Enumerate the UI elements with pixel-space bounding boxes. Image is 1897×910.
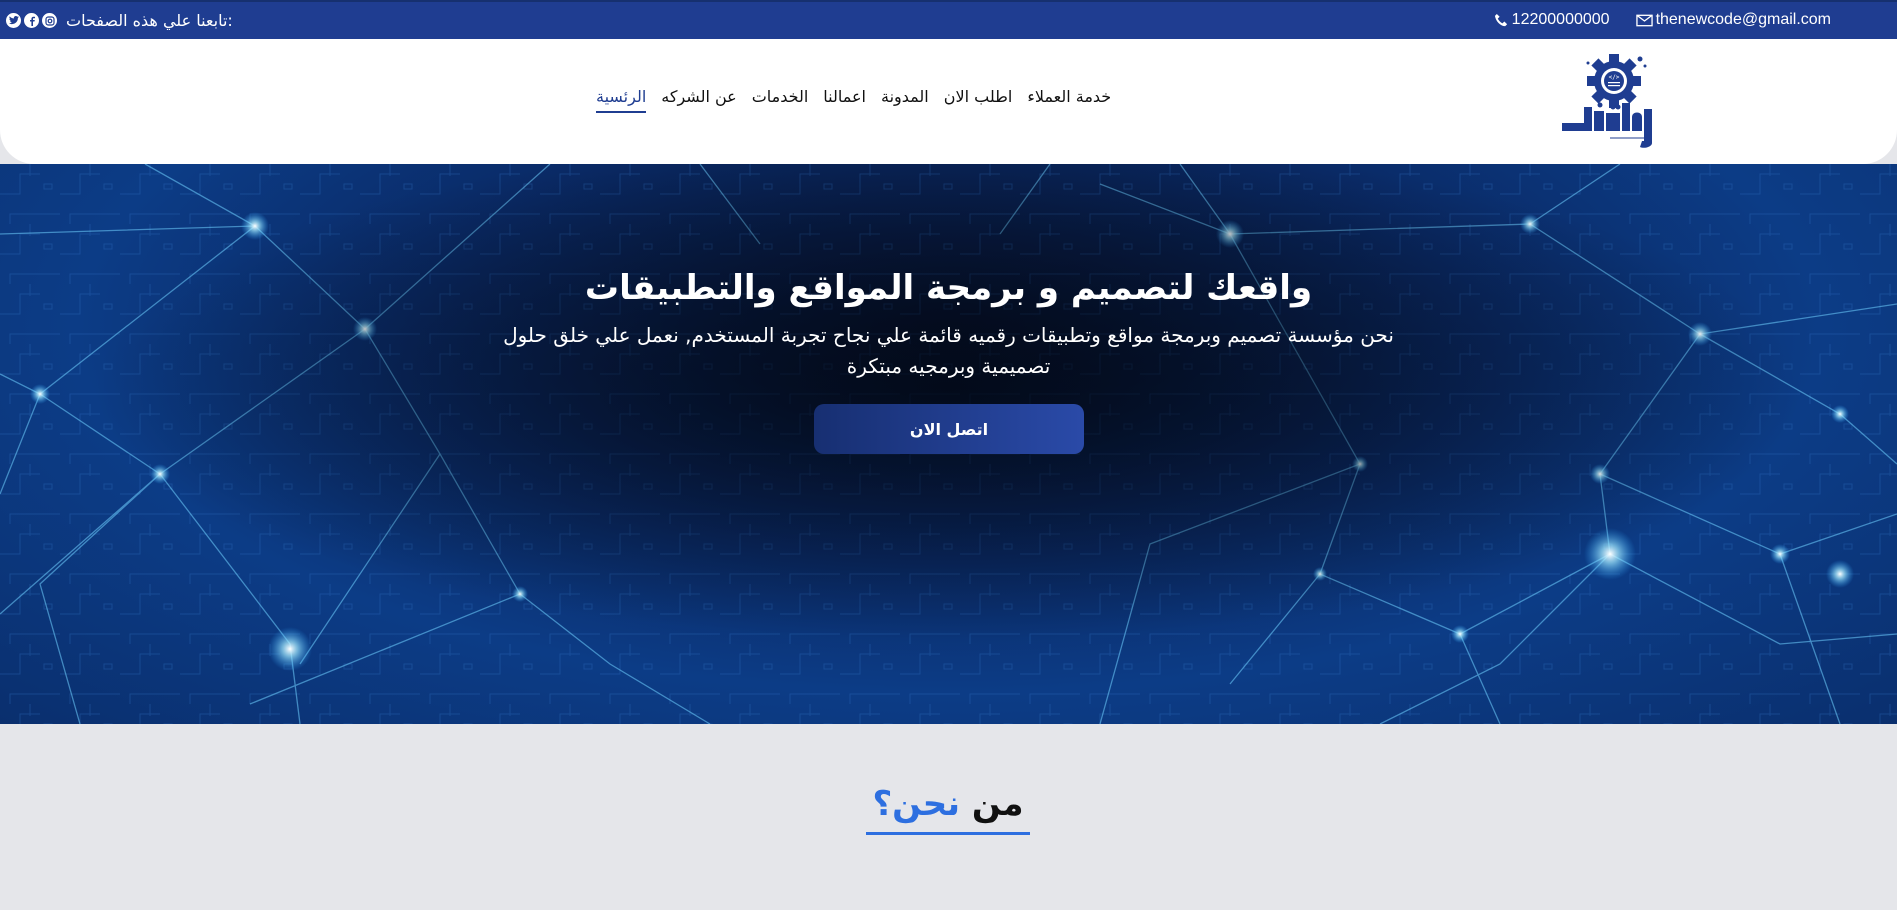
email-address: thenewcode@gmail.com: [1655, 11, 1831, 28]
top-bar: 12200000000 thenewcode@gmail.com تابعنا …: [0, 0, 1897, 39]
main-nav: الرئسية عن الشركه الخدمات اعمالنا المدون…: [596, 87, 1111, 113]
nav-about[interactable]: عن الشركه: [661, 87, 736, 113]
envelope-icon: [1635, 14, 1653, 26]
hero-subtitle: نحن مؤسسة تصميم وبرمجة مواقع وتطبيقات رق…: [503, 323, 1394, 378]
hero-section: واقعك لتصميم و برمجة المواقع والتطبيقات …: [0, 164, 1897, 724]
phone-icon: [1494, 13, 1507, 26]
hero-title: واقعك لتصميم و برمجة المواقع والتطبيقات: [584, 268, 1313, 308]
email-link[interactable]: thenewcode@gmail.com: [1635, 11, 1831, 29]
phone-number: 12200000000: [1511, 11, 1610, 28]
gear-icon: </>: [1587, 54, 1641, 108]
site-header: </> الرئسية عن الشركه الخدمات اعمالنا ال…: [0, 39, 1897, 164]
phone-link[interactable]: 12200000000: [1494, 11, 1610, 29]
about-heading: من نحن؟: [866, 784, 1030, 835]
facebook-icon[interactable]: [24, 13, 39, 28]
twitter-icon[interactable]: [6, 13, 21, 28]
nav-services[interactable]: الخدمات: [752, 87, 809, 113]
contact-now-button[interactable]: اتصل الان: [814, 404, 1084, 454]
contact-info: 12200000000 thenewcode@gmail.com: [1494, 11, 1831, 29]
about-heading-word1: من: [971, 784, 1024, 824]
nav-portfolio[interactable]: اعمالنا: [823, 87, 866, 113]
instagram-icon[interactable]: [42, 13, 57, 28]
about-heading-word2: نحن؟: [872, 784, 961, 824]
nav-blog[interactable]: المدونة: [881, 87, 929, 113]
social-follow: تابعنا علي هذه الصفحات:: [6, 11, 233, 30]
nav-order-now[interactable]: اطلب الان: [944, 87, 1013, 113]
nav-home[interactable]: الرئسية: [596, 87, 647, 113]
svg-text:</>: </>: [1609, 74, 1620, 81]
follow-label: تابعنا علي هذه الصفحات:: [66, 11, 233, 30]
company-logo[interactable]: </>: [1558, 51, 1670, 149]
nav-customer-service[interactable]: خدمة العملاء: [1027, 87, 1111, 113]
about-section: من نحن؟: [0, 724, 1897, 910]
